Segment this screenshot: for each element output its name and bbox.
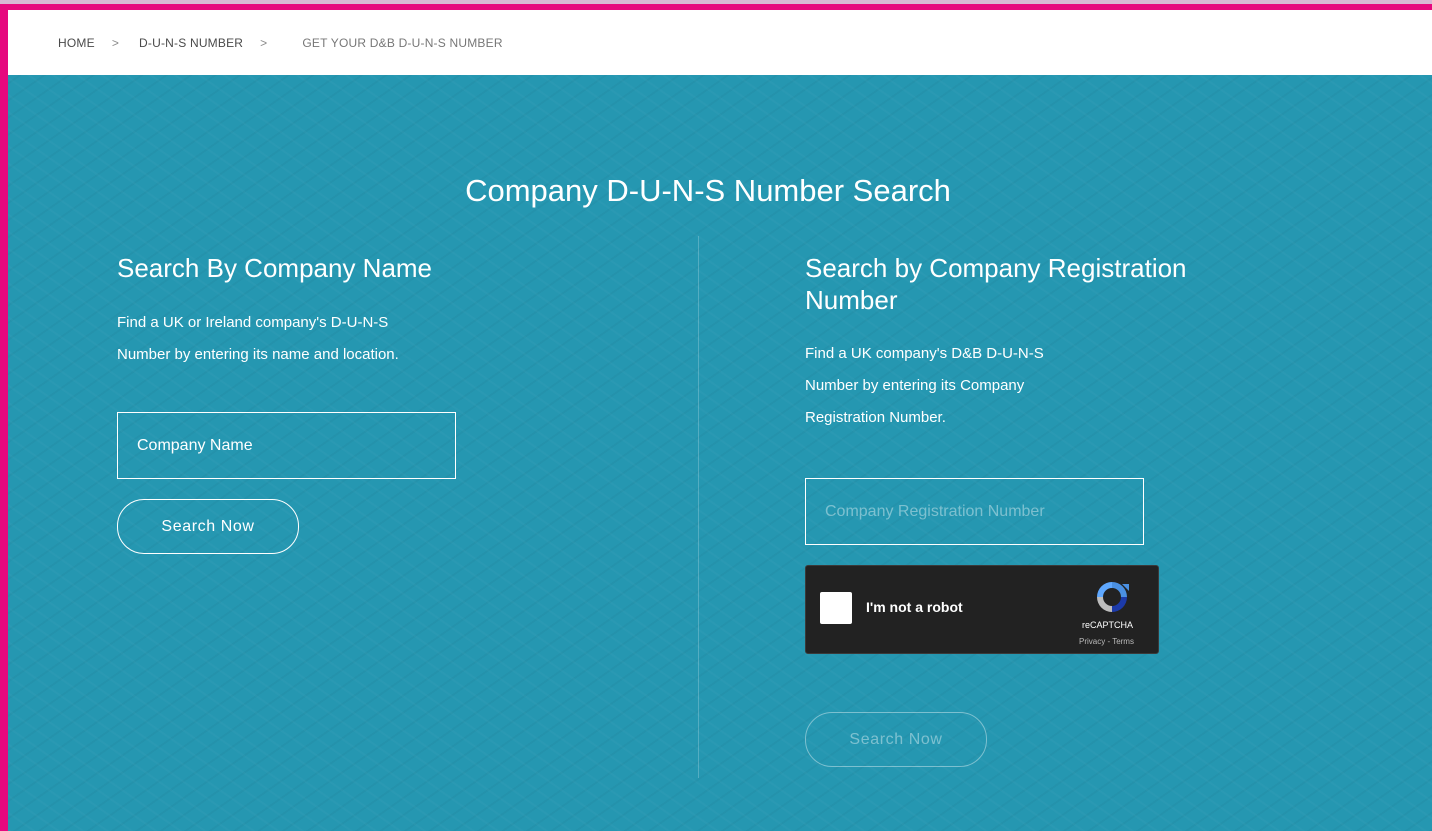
registration-description-line: Find a UK company's D&B D-U-N-S — [805, 345, 1044, 362]
page-title: Company D-U-N-S Number Search — [465, 172, 951, 208]
company-name-description-line: Number by entering its name and location… — [117, 346, 399, 363]
recaptcha-widget: I'm not a robot reCAPTCHA Privacy - Term… — [805, 565, 1159, 654]
breadcrumb-duns-number[interactable]: D-U-N-S NUMBER — [139, 36, 243, 50]
top-strip — [0, 0, 1432, 4]
breadcrumb-current: GET YOUR D&B D-U-N-S NUMBER — [302, 35, 503, 50]
breadcrumb-home[interactable]: HOME — [58, 36, 95, 50]
registration-description-line: Registration Number. — [805, 409, 946, 426]
company-name-description-line: Find a UK or Ireland company's D-U-N-S — [117, 314, 389, 331]
breadcrumb-separator: > — [260, 35, 268, 50]
recaptcha-checkbox[interactable] — [820, 592, 852, 624]
breadcrumb-separator: > — [111, 35, 120, 50]
recaptcha-privacy-terms[interactable]: Privacy - Terms — [1079, 637, 1134, 646]
registration-search-heading: Search by Company Registration Number — [805, 252, 1187, 316]
registration-heading-line: Number — [805, 285, 898, 315]
registration-heading-line: Search by Company Registration — [805, 253, 1187, 283]
company-name-input[interactable]: Company Name — [117, 412, 456, 479]
recaptcha-label: I'm not a robot — [866, 599, 963, 615]
company-name-search-heading: Search By Company Name — [117, 253, 433, 283]
breadcrumb: HOME > D-U-N-S NUMBER > GET YOUR D&B D-U… — [8, 10, 1432, 75]
registration-number-input[interactable]: Company Registration Number — [805, 478, 1144, 545]
registration-description-line: Number by entering its Company — [805, 377, 1025, 394]
search-by-name-button[interactable]: Search Now — [117, 499, 299, 554]
column-divider — [698, 236, 699, 778]
recaptcha-brand: reCAPTCHA — [1082, 620, 1134, 630]
recaptcha-logo-icon — [1097, 582, 1129, 612]
page-frame: HOME > D-U-N-S NUMBER > GET YOUR D&B D-U… — [8, 10, 1432, 831]
search-by-registration-button[interactable]: Search Now — [805, 712, 987, 767]
